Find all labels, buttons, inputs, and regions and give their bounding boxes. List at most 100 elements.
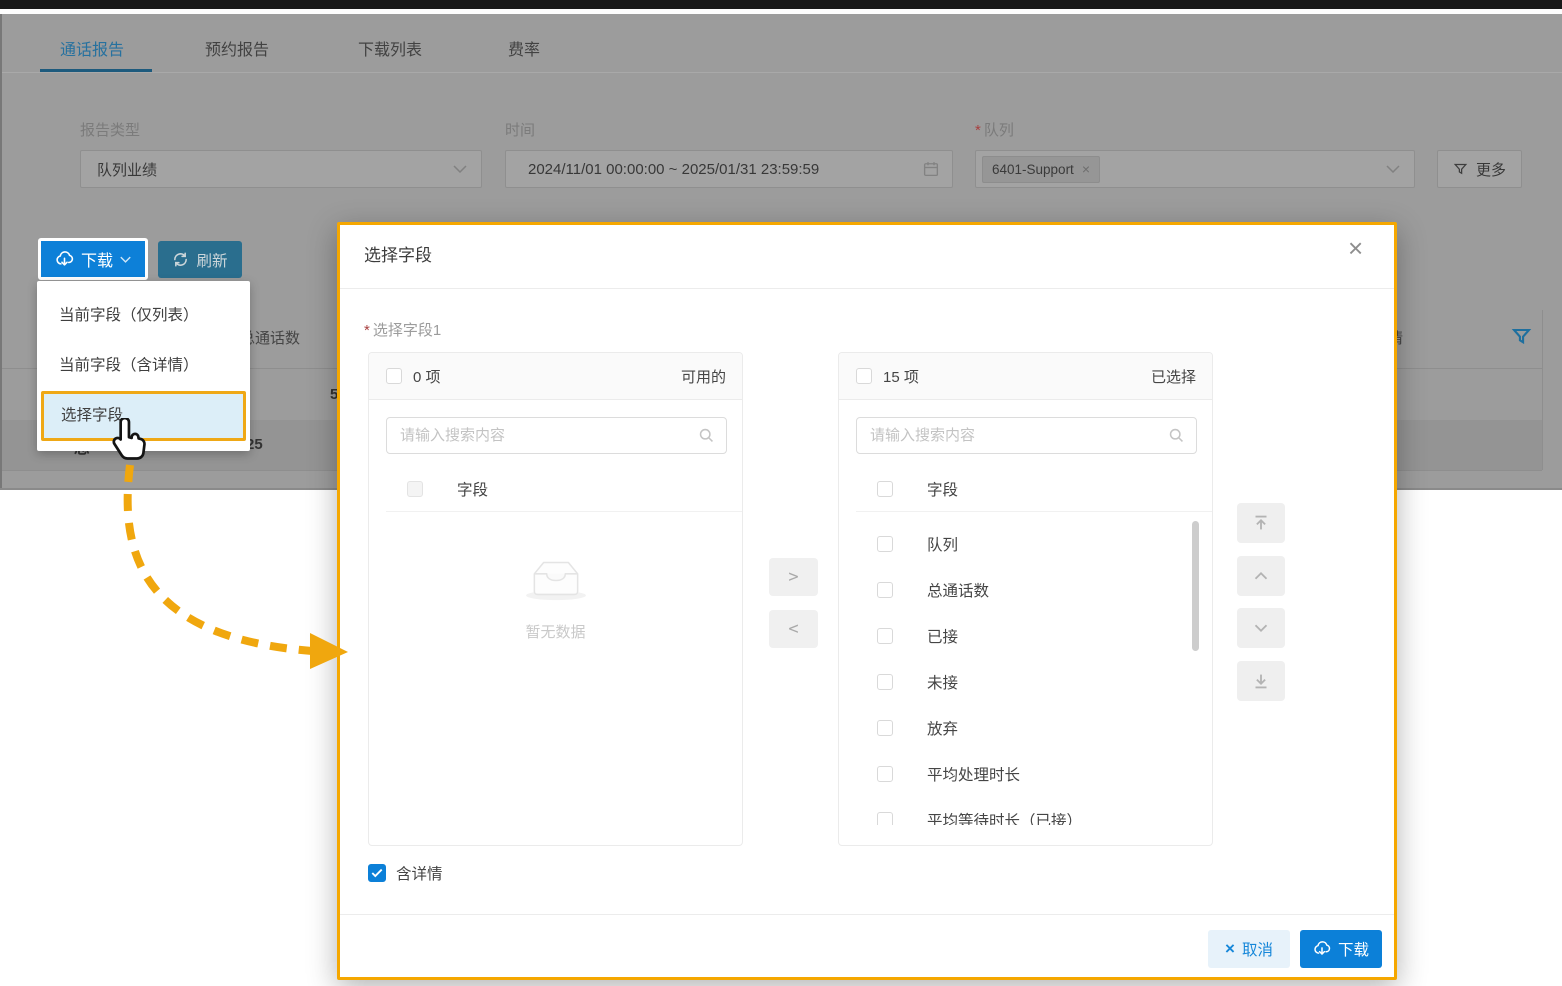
field-group-label: *选择字段1 <box>364 319 441 340</box>
list-item-queue[interactable]: 队列 <box>839 521 1212 567</box>
search-icon <box>1168 427 1185 444</box>
report-type-label: 报告类型 <box>80 119 140 140</box>
time-label: 时间 <box>505 119 535 140</box>
column-header-divider <box>856 511 1212 512</box>
list-item-avg-wait-time[interactable]: 平均等待时长（已接） <box>839 797 1212 825</box>
item-checkbox[interactable] <box>877 628 893 644</box>
empty-state-text: 暂无数据 <box>369 621 742 642</box>
refresh-button-label: 刷新 <box>196 249 227 271</box>
tab-rates[interactable]: 费率 <box>508 36 540 60</box>
empty-box-icon <box>522 558 590 602</box>
item-checkbox[interactable] <box>877 766 893 782</box>
refresh-icon <box>172 251 189 268</box>
top-dark-bar <box>0 0 1562 9</box>
tag-remove-icon[interactable]: × <box>1082 161 1090 177</box>
time-range-picker[interactable]: 2024/11/01 00:00:00 ~ 2025/01/31 23:59:5… <box>505 150 953 188</box>
item-label: 放弃 <box>927 717 958 739</box>
include-details-label: 含详情 <box>396 862 443 884</box>
move-to-available-button[interactable]: < <box>769 610 818 648</box>
list-scrollbar-thumb[interactable] <box>1192 521 1199 651</box>
modal-header-divider <box>340 288 1394 289</box>
selected-search-box <box>856 417 1197 454</box>
item-label: 平均处理时长 <box>927 763 1020 785</box>
cancel-button-label: 取消 <box>1242 938 1273 960</box>
search-icon <box>698 427 715 444</box>
queue-tag-label: 6401-Support <box>992 162 1074 177</box>
available-header-checkbox <box>407 481 423 497</box>
chevron-up-icon <box>1250 565 1272 587</box>
move-to-selected-button[interactable]: > <box>769 558 818 596</box>
selected-field-list: 队列 总通话数 已接 未接 放弃 平均处理时长 平均等待时长（已接） <box>839 521 1212 825</box>
item-label: 队列 <box>927 533 958 555</box>
time-range-value: 2024/11/01 00:00:00 ~ 2025/01/31 23:59:5… <box>528 161 819 178</box>
item-label: 总通话数 <box>927 579 989 601</box>
arrow-to-top-icon <box>1250 512 1272 534</box>
selected-side-label: 已选择 <box>1151 366 1196 387</box>
select-all-available-checkbox[interactable] <box>386 368 402 384</box>
chevron-down-icon <box>1386 165 1400 173</box>
item-checkbox[interactable] <box>877 536 893 552</box>
download-button-label: 下载 <box>81 247 113 271</box>
selected-search-input[interactable] <box>857 427 1168 444</box>
list-item-total-calls[interactable]: 总通话数 <box>839 567 1212 613</box>
selected-panel-header: 15 项 已选择 <box>839 353 1212 400</box>
select-fields-modal: 选择字段 × *选择字段1 0 项 可用的 字 <box>337 222 1397 980</box>
available-column-header: 字段 <box>369 467 742 511</box>
refresh-button[interactable]: 刷新 <box>158 241 242 278</box>
available-column-label: 字段 <box>457 478 488 500</box>
close-x-icon: × <box>1225 939 1235 959</box>
available-count: 0 项 <box>413 366 441 387</box>
menu-item-current-fields-with-details[interactable]: 当前字段（含详情） <box>37 341 250 391</box>
move-up-button[interactable] <box>1237 556 1285 596</box>
column-header-divider <box>386 511 742 512</box>
selected-column-label: 字段 <box>927 478 958 500</box>
selected-count: 15 项 <box>883 366 919 387</box>
tab-download-list[interactable]: 下载列表 <box>358 36 422 60</box>
chevron-down-icon <box>1250 617 1272 639</box>
modal-download-button[interactable]: 下载 <box>1300 930 1382 968</box>
report-type-select[interactable]: 队列业绩 <box>80 150 482 188</box>
list-item-answered[interactable]: 已接 <box>839 613 1212 659</box>
menu-item-current-fields-list-only[interactable]: 当前字段（仅列表） <box>37 291 250 341</box>
queue-tag[interactable]: 6401-Support × <box>982 156 1100 183</box>
available-search-input[interactable] <box>387 427 698 444</box>
selected-header-checkbox[interactable] <box>877 481 893 497</box>
empty-state: 暂无数据 <box>369 558 742 642</box>
move-to-top-button[interactable] <box>1237 503 1285 543</box>
menu-item-select-fields[interactable]: 选择字段 <box>41 391 246 441</box>
modal-download-label: 下载 <box>1338 938 1369 960</box>
list-item-missed[interactable]: 未接 <box>839 659 1212 705</box>
modal-title: 选择字段 <box>364 241 432 266</box>
cloud-download-icon <box>55 250 74 269</box>
item-checkbox[interactable] <box>877 812 893 825</box>
move-to-bottom-button[interactable] <box>1237 661 1285 701</box>
item-checkbox[interactable] <box>877 582 893 598</box>
modal-close-icon[interactable]: × <box>1348 233 1363 264</box>
required-asterisk: * <box>364 322 370 339</box>
queue-multiselect[interactable]: 6401-Support × <box>975 150 1415 188</box>
chevron-down-icon <box>453 165 467 173</box>
tabs-divider <box>2 72 1562 73</box>
table-right-border <box>1542 310 1543 470</box>
available-search-box <box>386 417 727 454</box>
include-details-checkbox[interactable] <box>368 864 386 882</box>
item-checkbox[interactable] <box>877 720 893 736</box>
item-label: 未接 <box>927 671 958 693</box>
more-filters-button[interactable]: 更多 <box>1437 150 1522 188</box>
arrow-to-bottom-icon <box>1250 670 1272 692</box>
list-item-avg-handle-time[interactable]: 平均处理时长 <box>839 751 1212 797</box>
move-down-button[interactable] <box>1237 608 1285 648</box>
list-item-abandoned[interactable]: 放弃 <box>839 705 1212 751</box>
cancel-button[interactable]: × 取消 <box>1208 930 1290 968</box>
chevron-down-icon <box>120 256 131 263</box>
tab-reservation-report[interactable]: 预约报告 <box>205 36 269 60</box>
select-all-selected-checkbox[interactable] <box>856 368 872 384</box>
column-filter-funnel-icon[interactable] <box>1511 326 1532 348</box>
screenshot-root: 通话报告 预约报告 下载列表 费率 报告类型 时间 * 队列 队列业绩 2024/… <box>0 0 1562 986</box>
tab-call-report[interactable]: 通话报告 <box>60 36 124 60</box>
download-button[interactable]: 下载 <box>38 238 148 280</box>
item-label: 平均等待时长（已接） <box>927 809 1082 825</box>
selected-column-header: 字段 <box>839 467 1212 511</box>
item-checkbox[interactable] <box>877 674 893 690</box>
include-details-option[interactable]: 含详情 <box>368 862 443 884</box>
